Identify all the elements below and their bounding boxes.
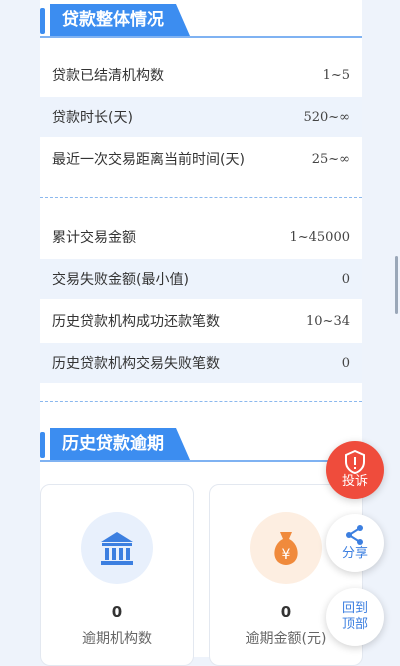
back-to-top-button[interactable]: 回到 顶部 — [326, 588, 384, 646]
back-to-top-label-line1: 回到 — [341, 601, 368, 616]
stat-row: 最近一次交易距离当前时间(天) 25~∞ — [40, 139, 362, 179]
section-header-overdue: 历史贷款逾期 — [40, 424, 362, 464]
stat-value: 0 — [341, 355, 350, 371]
divider — [40, 197, 362, 198]
stat-row: 历史贷款机构交易失败笔数 0 — [40, 343, 362, 383]
back-to-top-label-line2: 顶部 — [341, 617, 368, 632]
section-marker — [40, 432, 45, 458]
complaint-button[interactable]: 投诉 — [326, 441, 384, 499]
share-icon — [346, 525, 363, 545]
divider — [40, 401, 362, 402]
share-button[interactable]: 分享 — [326, 514, 384, 572]
stat-value: 0 — [341, 271, 350, 287]
stat-label: 交易失败金额(最小值) — [52, 272, 189, 288]
complaint-label: 投诉 — [341, 474, 368, 489]
stat-label: 历史贷款机构交易失败笔数 — [52, 356, 220, 372]
section-header-loan: 贷款整体情况 — [40, 0, 362, 40]
overdue-institutions-label: 逾期机构数 — [82, 631, 152, 647]
overdue-institutions-tile: 0 逾期机构数 — [40, 484, 194, 666]
stat-row: 贷款已结清机构数 1~5 — [40, 55, 362, 95]
stat-label: 最近一次交易距离当前时间(天) — [52, 152, 245, 168]
stat-row: 贷款时长(天) 520~∞ — [40, 97, 362, 137]
stat-value: 520~∞ — [303, 109, 350, 125]
scrollbar-thumb[interactable] — [395, 256, 398, 314]
stat-value: 1~45000 — [289, 229, 350, 245]
bank-icon — [81, 512, 153, 584]
money-bag-icon: ¥ — [250, 512, 322, 584]
share-label: 分享 — [341, 546, 368, 561]
section-underline — [40, 36, 362, 38]
stat-value: 1~5 — [322, 67, 350, 83]
stat-value: 25~∞ — [311, 151, 350, 167]
stat-row: 交易失败金额(最小值) 0 — [40, 259, 362, 299]
stat-label: 累计交易金额 — [52, 230, 136, 246]
stat-label: 贷款时长(天) — [52, 110, 133, 126]
stat-row: 累计交易金额 1~45000 — [40, 217, 362, 257]
shield-alert-icon — [345, 450, 365, 474]
stat-label: 贷款已结清机构数 — [52, 68, 164, 84]
section-marker — [40, 8, 45, 34]
overdue-institutions-value: 0 — [111, 603, 123, 621]
section-underline — [40, 460, 362, 462]
svg-text:¥: ¥ — [282, 547, 291, 563]
stat-value: 10~34 — [306, 313, 350, 329]
stat-row: 历史贷款机构成功还款笔数 10~34 — [40, 301, 362, 341]
section-title: 历史贷款逾期 — [50, 428, 190, 460]
section-title: 贷款整体情况 — [50, 4, 190, 36]
stat-label: 历史贷款机构成功还款笔数 — [52, 314, 220, 330]
